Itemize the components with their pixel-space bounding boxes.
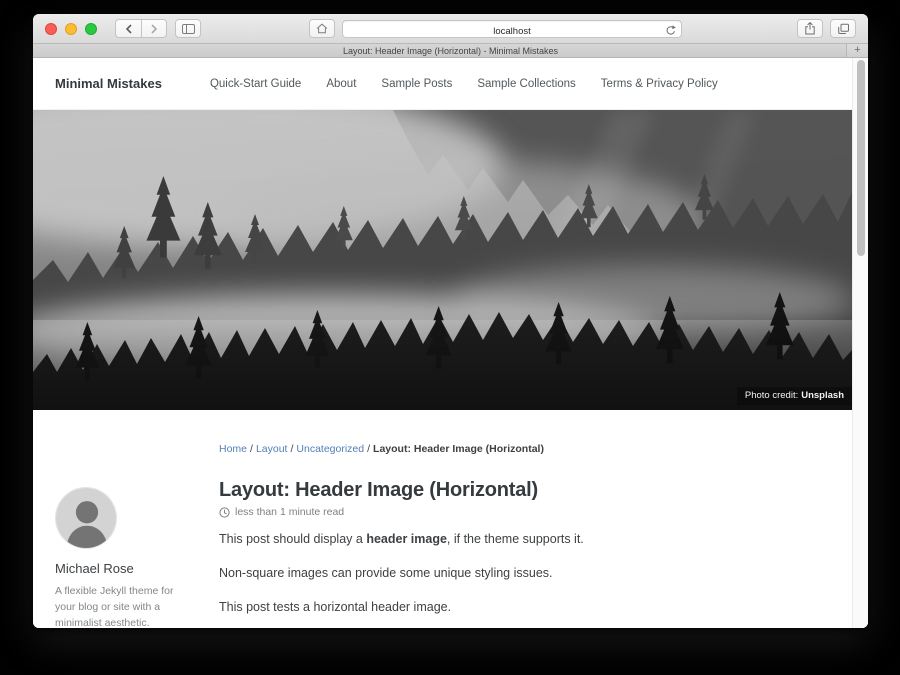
avatar bbox=[55, 487, 117, 549]
breadcrumb-separator: / bbox=[290, 443, 293, 455]
nav-sample-posts[interactable]: Sample Posts bbox=[381, 78, 452, 90]
close-button[interactable] bbox=[45, 23, 57, 35]
avatar-silhouette-icon bbox=[56, 488, 117, 549]
header-image: Photo credit:Unsplash bbox=[33, 110, 852, 410]
breadcrumb-uncategorized[interactable]: Uncategorized bbox=[296, 443, 364, 455]
minimize-button[interactable] bbox=[65, 23, 77, 35]
breadcrumb-layout[interactable]: Layout bbox=[256, 443, 288, 455]
share-button[interactable] bbox=[797, 19, 823, 38]
breadcrumb-separator: / bbox=[367, 443, 370, 455]
back-button[interactable] bbox=[115, 19, 141, 38]
site-nav: Quick-Start Guide About Sample Posts Sam… bbox=[210, 78, 718, 90]
tabs-icon bbox=[837, 23, 850, 35]
sidebar-icon bbox=[182, 24, 195, 34]
breadcrumb-current: Layout: Header Image (Horizontal) bbox=[373, 443, 544, 455]
paragraph-text: , if the theme supports it. bbox=[447, 532, 584, 546]
nav-sample-collections[interactable]: Sample Collections bbox=[477, 78, 575, 90]
post-body: This post should display a header image,… bbox=[219, 530, 822, 616]
nav-terms-privacy-policy[interactable]: Terms & Privacy Policy bbox=[601, 78, 718, 90]
site-title-link[interactable]: Minimal Mistakes bbox=[55, 76, 162, 91]
foggy-forest-illustration bbox=[33, 110, 852, 410]
page-viewport: Minimal Mistakes Quick-Start Guide About… bbox=[33, 58, 868, 628]
scrollbar[interactable] bbox=[852, 58, 868, 628]
active-tab[interactable]: Layout: Header Image (Horizontal) - Mini… bbox=[343, 46, 558, 56]
chevron-left-icon bbox=[125, 24, 133, 34]
address-input[interactable] bbox=[343, 23, 681, 39]
post-paragraph: Non-square images can provide some uniqu… bbox=[219, 564, 822, 582]
post-meta: less than 1 minute read bbox=[219, 506, 822, 518]
post-paragraph: This post should display a header image,… bbox=[219, 530, 822, 548]
photo-credit-source: Unsplash bbox=[801, 390, 844, 401]
nav-about[interactable]: About bbox=[326, 78, 356, 90]
desktop: { "browser": { "url": "localhost", "tab_… bbox=[0, 0, 900, 675]
author-sidebar: Michael Rose A flexible Jekyll theme for… bbox=[55, 410, 205, 628]
read-time: less than 1 minute read bbox=[235, 506, 344, 518]
scrollbar-thumb[interactable] bbox=[857, 60, 865, 256]
author-name: Michael Rose bbox=[55, 561, 205, 576]
reload-icon bbox=[665, 25, 676, 36]
paragraph-text: Non-square images can provide some uniqu… bbox=[219, 566, 553, 580]
zoom-button[interactable] bbox=[85, 23, 97, 35]
paragraph-text: This post tests a horizontal header imag… bbox=[219, 600, 451, 614]
paragraph-text: This post should display a bbox=[219, 532, 366, 546]
content-area: Michael Rose A flexible Jekyll theme for… bbox=[33, 410, 852, 628]
photo-credit: Photo credit:Unsplash bbox=[737, 387, 852, 405]
chevron-right-icon bbox=[150, 24, 158, 34]
tab-overview-button[interactable] bbox=[830, 19, 856, 38]
nav-quick-start-guide[interactable]: Quick-Start Guide bbox=[210, 78, 301, 90]
breadcrumb-home[interactable]: Home bbox=[219, 443, 247, 455]
photo-credit-label: Photo credit: bbox=[745, 390, 798, 401]
forward-button[interactable] bbox=[141, 19, 167, 38]
address-bar[interactable] bbox=[342, 20, 682, 38]
tab-bar: Layout: Header Image (Horizontal) - Mini… bbox=[33, 44, 868, 58]
clock-icon bbox=[219, 507, 230, 518]
post-title: Layout: Header Image (Horizontal) bbox=[219, 479, 822, 502]
breadcrumb-separator: / bbox=[250, 443, 253, 455]
author-bio: A flexible Jekyll theme for your blog or… bbox=[55, 583, 177, 628]
home-icon bbox=[316, 23, 328, 34]
post-paragraph: This post tests a horizontal header imag… bbox=[219, 598, 822, 616]
sidebar-toggle-button[interactable] bbox=[175, 19, 201, 38]
site-masthead: Minimal Mistakes Quick-Start Guide About… bbox=[33, 58, 852, 110]
home-button[interactable] bbox=[309, 19, 335, 38]
window-controls bbox=[45, 23, 97, 35]
new-tab-button[interactable]: + bbox=[846, 44, 868, 57]
breadcrumb: Home/Layout/Uncategorized/Layout: Header… bbox=[219, 443, 822, 455]
paragraph-bold-text: header image bbox=[366, 532, 447, 546]
reload-button[interactable] bbox=[665, 23, 677, 35]
share-icon bbox=[804, 22, 816, 35]
browser-toolbar bbox=[33, 14, 868, 44]
article-column: Home/Layout/Uncategorized/Layout: Header… bbox=[219, 410, 852, 628]
browser-window: Layout: Header Image (Horizontal) - Mini… bbox=[33, 14, 868, 628]
history-nav bbox=[115, 19, 167, 38]
